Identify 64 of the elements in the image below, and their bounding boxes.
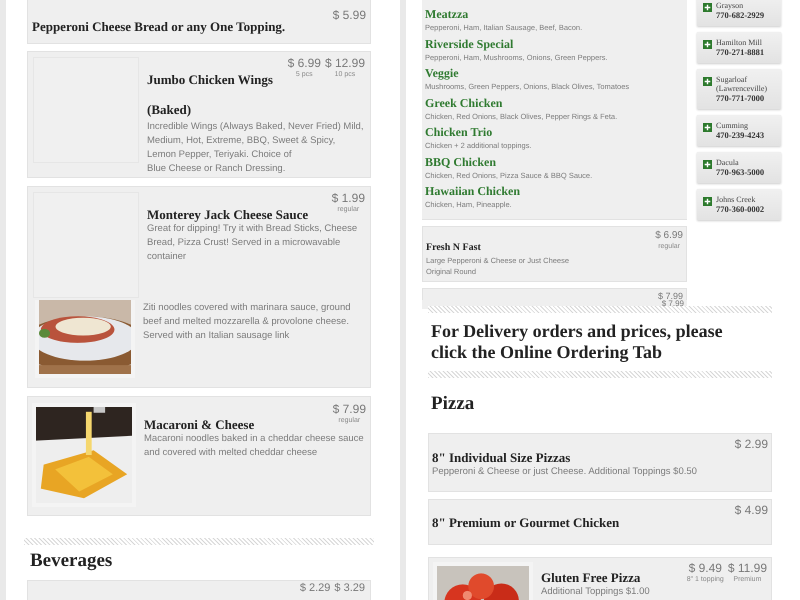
location-card[interactable]: Grayson 770-682-2929 [697,0,781,26]
location-phone: 770-963-5000 [716,167,764,177]
item-title: 8" Individual Size Pizzas [432,450,570,464]
location-name: Dacula [716,158,740,167]
delivery-notice: For Delivery orders and prices, please click the Online Ordering Tab [431,321,724,363]
item-title: Macaroni & Cheese [144,417,254,432]
plus-icon [703,40,712,49]
item-title: Monterey Jack Cheese Sauce [147,207,308,222]
location-name: Johns Creek [716,195,756,204]
location-name: Sugarloaf (Lawrenceville) [716,75,768,93]
price: $ 11.99 [728,562,767,574]
item-description: Great for dipping! Try it with Bread Sticks, Cheese Bread, Pizza Crust! Served in a microwavable container [147,222,358,264]
location-name: Grayson [716,1,744,10]
plus-icon [703,197,712,206]
plus-icon [703,123,712,132]
location-card[interactable]: Johns Creek 770-360-0002 [697,189,781,220]
location-card[interactable]: Sugarloaf (Lawrenceville) 770-771-7000 [697,69,781,109]
item-title: Pepperoni Cheese Bread or any One Topping. [32,18,286,36]
price: $ 6.99 [655,231,683,241]
item-subtitle: (Baked) [147,101,192,119]
item-description: Blue Cheese or Ranch Dressing. [147,162,286,176]
plus-icon [703,3,712,12]
price: $ 7.99 [662,300,684,308]
item-title: Fresh N Fast [426,241,481,255]
price: $ 2.29 [300,582,330,594]
location-name: Hamilton Mill [716,38,763,47]
item-description: Incredible Wings (Always Baked, Never Fried) Mild, Medium, Hot, Extreme, BBQ, Sweet & Spicy, Lemon Pepper, Teriyaki. Choice of [147,120,364,162]
specialty-name: Meatzza [425,7,470,22]
price: $ 7.99 [332,403,366,415]
price: $ 4.99 [734,504,768,516]
item-description: Pepperoni & Cheese or just Cheese. Additional Toppings $0.50 [432,464,698,478]
price: $ 6.99 [288,57,321,69]
item-title: Gluten Free Pizza [541,570,640,584]
location-card[interactable]: Dacula 770-963-5000 [697,152,781,183]
item-description: Additional Toppings $1.00 [541,584,651,598]
item-description: Ziti noodles covered with marinara sauce, ground beef and melted mozzarella & provolone cheese. Served with an Italian sausage link [143,301,352,343]
location-phone: 770-771-7000 [716,93,766,103]
price: $ 7.99 [658,292,683,300]
item-description: Macaroni noodles baked in a cheddar cheese sauce and covered with melted cheddar cheese [144,432,365,460]
plus-icon [703,77,712,86]
price: $ 1.99 [332,192,365,204]
price: $ 5.99 [332,9,366,21]
location-phone: 470-239-4243 [716,130,764,140]
item-title: Jumbo Chicken Wings [147,72,273,87]
section-heading: Pizza [431,392,476,416]
specialty-name: BBQ Chicken [425,154,498,170]
location-name: Cumming [716,121,750,130]
location-phone: 770-271-8881 [716,47,764,57]
specialty-name: Hawaiian Chicken [425,184,522,199]
location-phone: 770-682-2929 [716,10,764,20]
specialty-name: Chicken Trio [425,125,494,140]
price: $ 2.99 [734,438,768,450]
price: $ 3.29 [334,582,365,594]
section-heading: Beverages [30,549,114,573]
price: $ 9.49 [688,562,722,574]
price: $ 12.99 [324,57,365,69]
location-phone: 770-360-0002 [716,204,764,214]
item-title: 8" Premium or Gourmet Chicken [432,514,620,530]
plus-icon [703,160,712,169]
location-card[interactable]: Cumming 470-239-4243 [697,115,781,146]
location-card[interactable]: Hamilton Mill 770-271-8881 [697,32,781,63]
specialty-name: Greek Chicken [425,96,504,110]
specialty-name: Veggie [425,66,460,81]
specialty-name: Riverside Special [425,36,514,52]
